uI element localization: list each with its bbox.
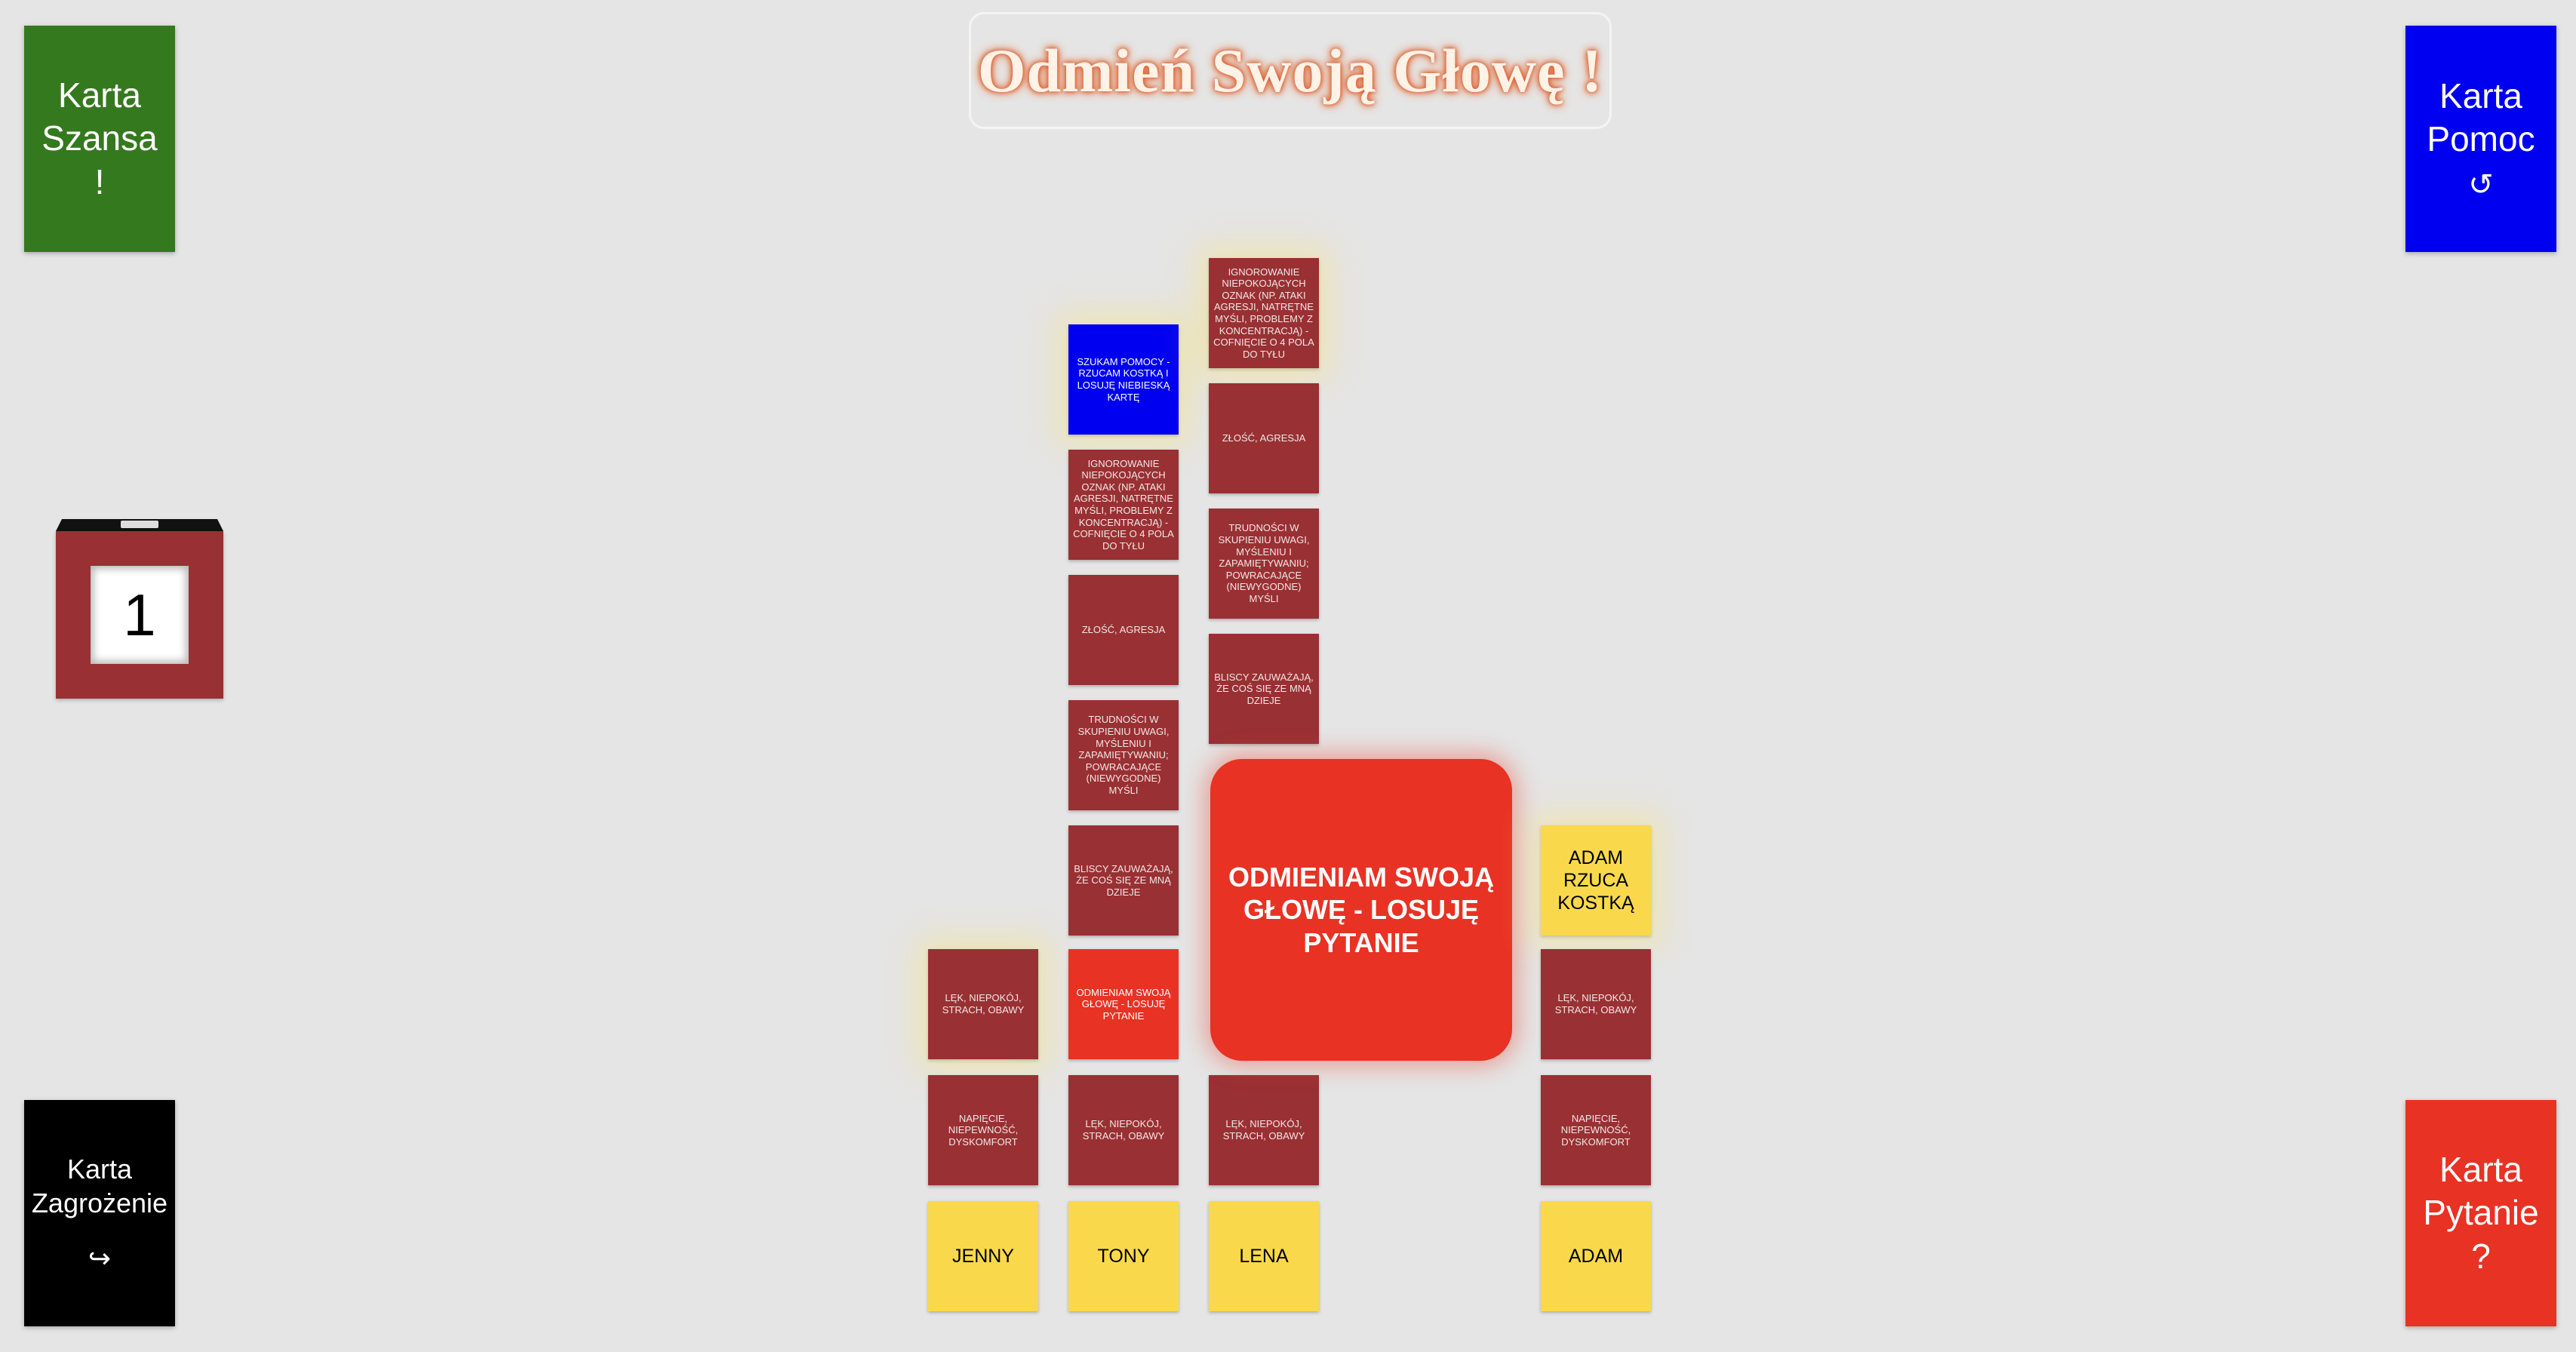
board-tile-napiecie: NAPIĘCIE, NIEPEWNOŚĆ, DYSKOMFORT (928, 1075, 1038, 1185)
tile-text: BLISCY ZAUWAŻAJĄ, ŻE COŚ SIĘ ZE MNĄ DZIE… (1214, 671, 1314, 706)
deck-label-line1: Karta (66, 1153, 133, 1185)
dice-face: 1 (56, 531, 223, 699)
board-tile-odmieniam: ODMIENIAM SWOJĄ GŁOWĘ - LOSUJĘ PYTANIE (1068, 949, 1179, 1059)
board-tile-napiecie: NAPIĘCIE, NIEPEWNOŚĆ, DYSKOMFORT (1541, 1075, 1651, 1185)
tile-text: BLISCY ZAUWAŻAJĄ, ŻE COŚ SIĘ ZE MNĄ DZIE… (1074, 862, 1173, 898)
dice[interactable]: 1 (56, 519, 223, 699)
tile-text: TRUDNOŚCI W SKUPIENIU UWAGI, MYŚLENIU I … (1218, 522, 1310, 604)
deck-label-line1: Karta (58, 75, 141, 115)
deck-label-line2: Pomoc (2427, 119, 2535, 158)
tile-text: IGNOROWANIE NIEPOKOJĄCYCH OZNAK (NP. ATA… (1213, 266, 1314, 360)
player-start-adam[interactable]: ADAM (1541, 1201, 1651, 1311)
board-tile-szukam-pomocy: SZUKAM POMOCY - RZUCAM KOSTKĄ I LOSUJĘ N… (1068, 324, 1179, 435)
player-start-jenny[interactable]: JENNY (928, 1201, 1038, 1311)
board-tile-lek: LĘK, NIEPOKÓJ, STRACH, OBAWY (928, 949, 1038, 1059)
player-name: LENA (1239, 1246, 1289, 1267)
deck-label-line2: Zagrożenie (31, 1187, 168, 1218)
dice-value: 1 (91, 566, 189, 664)
tile-text: TRUDNOŚCI W SKUPIENIU UWAGI, MYŚLENIU I … (1077, 714, 1170, 796)
board-tile-bliscy: BLISCY ZAUWAŻAJĄ, ŻE COŚ SIĘ ZE MNĄ DZIE… (1209, 634, 1319, 744)
board-tile-lek: LĘK, NIEPOKÓJ, STRACH, OBAWY (1068, 1075, 1179, 1185)
exclamation-icon: ! (94, 161, 105, 201)
pomoc-card-deck[interactable]: Karta Pomoc ↺ (2405, 26, 2556, 252)
question-mark-icon: ? (2471, 1236, 2491, 1276)
board-tile-lek: LĘK, NIEPOKÓJ, STRACH, OBAWY (1209, 1075, 1319, 1185)
player-start-tony[interactable]: TONY (1068, 1201, 1179, 1311)
dice-top-edge (56, 519, 223, 531)
tile-text: NAPIĘCIE, NIEPEWNOŚĆ, DYSKOMFORT (948, 1112, 1019, 1148)
hook-arrow-icon: ↪ (88, 1242, 112, 1274)
player-name: TONY (1097, 1246, 1150, 1267)
deck-label-line1: Karta (2439, 75, 2522, 115)
game-title: Odmień Swoją Głowę ! (977, 35, 1603, 105)
turn-status-text: ADAM RZUCA KOSTKĄ (1557, 847, 1634, 914)
szansa-card-deck[interactable]: Karta Szansa ! (24, 26, 175, 252)
board-tile-ignorowanie: IGNOROWANIE NIEPOKOJĄCYCH OZNAK (NP. ATA… (1209, 258, 1319, 368)
tile-text: IGNOROWANIE NIEPOKOJĄCYCH OZNAK (NP. ATA… (1073, 457, 1174, 552)
deck-label-line2: Pytanie (2423, 1193, 2539, 1233)
tile-text: ZŁOŚĆ, AGRESJA (1222, 432, 1306, 444)
tile-text: LĘK, NIEPOKÓJ, STRACH, OBAWY (1554, 992, 1637, 1016)
tile-text: LĘK, NIEPOKÓJ, STRACH, OBAWY (1082, 1118, 1165, 1142)
tile-text: ODMIENIAM SWOJĄ GŁOWĘ - LOSUJĘ PYTANIE (1076, 986, 1171, 1022)
player-name: JENNY (952, 1246, 1014, 1267)
center-odmieniam-tile[interactable]: ODMIENIAM SWOJĄ GŁOWĘ - LOSUJĘ PYTANIE (1210, 759, 1512, 1061)
tile-text: NAPIĘCIE, NIEPEWNOŚĆ, DYSKOMFORT (1560, 1112, 1631, 1148)
deck-label-line1: Karta (2439, 1149, 2522, 1189)
board-tile-lek: LĘK, NIEPOKÓJ, STRACH, OBAWY (1541, 949, 1651, 1059)
pytanie-card-deck[interactable]: Karta Pytanie ? (2405, 1100, 2556, 1326)
board-tile-zlosc: ZŁOŚĆ, AGRESJA (1209, 383, 1319, 493)
title-banner: Odmień Swoją Głowę ! (969, 12, 1612, 129)
tile-text: LĘK, NIEPOKÓJ, STRACH, OBAWY (942, 992, 1025, 1016)
board-tile-ignorowanie: IGNOROWANIE NIEPOKOJĄCYCH OZNAK (NP. ATA… (1068, 450, 1179, 560)
tile-text: ZŁOŚĆ, AGRESJA (1081, 624, 1166, 636)
center-tile-text: ODMIENIAM SWOJĄ GŁOWĘ - LOSUJĘ PYTANIE (1228, 862, 1495, 958)
board-tile-trudnosci: TRUDNOŚCI W SKUPIENIU UWAGI, MYŚLENIU I … (1209, 509, 1319, 619)
deck-label-line2: Szansa (41, 118, 158, 158)
board-tile-bliscy: BLISCY ZAUWAŻAJĄ, ŻE COŚ SIĘ ZE MNĄ DZIE… (1068, 825, 1179, 936)
board-tile-trudnosci: TRUDNOŚCI W SKUPIENIU UWAGI, MYŚLENIU I … (1068, 700, 1179, 810)
board-tile-zlosc: ZŁOŚĆ, AGRESJA (1068, 575, 1179, 685)
undo-arrow-icon: ↺ (2468, 167, 2494, 201)
turn-status-tile: ADAM RZUCA KOSTKĄ (1541, 825, 1651, 936)
tile-text: SZUKAM POMOCY - RZUCAM KOSTKĄ I LOSUJĘ N… (1077, 355, 1170, 403)
player-start-lena[interactable]: LENA (1209, 1201, 1319, 1311)
player-name: ADAM (1568, 1246, 1624, 1267)
tile-text: LĘK, NIEPOKÓJ, STRACH, OBAWY (1222, 1118, 1305, 1142)
zagrozenie-card-deck[interactable]: Karta Zagrożenie ↪ (24, 1100, 175, 1326)
